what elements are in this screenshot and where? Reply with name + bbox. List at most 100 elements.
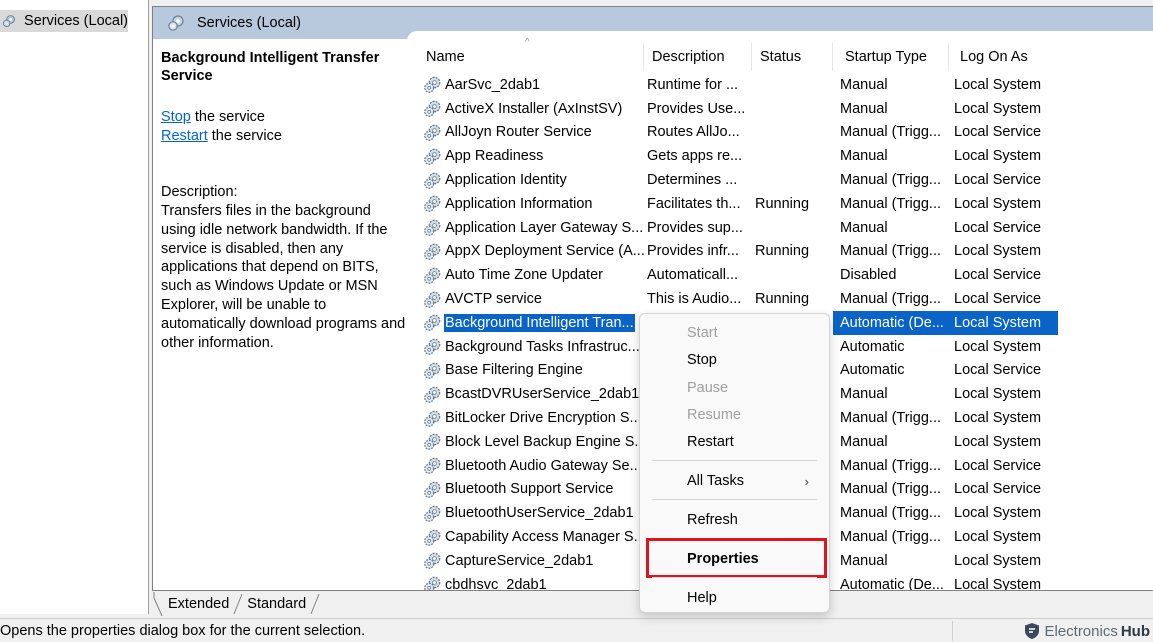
cell-status: Running (755, 291, 810, 308)
cell-startup-type: Manual (Trigg... (840, 410, 941, 427)
column-header-name[interactable]: ^ Name (407, 37, 644, 71)
service-gear-icon (424, 386, 441, 403)
menu-item-label: Refresh (687, 512, 738, 528)
cell-name: Base Filtering Engine (407, 359, 644, 383)
description-text: Transfers files in the background using … (161, 203, 406, 351)
service-name: AppX Deployment Service (A... (445, 243, 644, 260)
tree-pane: Services (Local) (0, 0, 149, 614)
cell-log-on-as: Local Service (954, 172, 1042, 189)
cell-log-on-as: Local Service (954, 124, 1042, 141)
column-header-label: Description (652, 49, 725, 65)
menu-item-help[interactable]: Help (640, 585, 829, 611)
service-name: Auto Time Zone Updater (445, 267, 603, 284)
cell-log-on-as: Local System (954, 148, 1042, 165)
table-row[interactable]: AppX Deployment Service (A... Provides in… (407, 240, 1153, 264)
cell-startup-type: Manual (Trigg... (840, 481, 941, 498)
table-row[interactable]: Application Information Facilitates th...… (407, 192, 1153, 216)
cell-startup-type: Manual (840, 433, 888, 450)
cell-startup-type: Manual (Trigg... (840, 505, 941, 522)
cell-name: Bluetooth Audio Gateway Se... (407, 454, 644, 478)
cell-startup-type: Manual (840, 148, 888, 165)
service-name: Block Level Backup Engine S... (445, 433, 644, 450)
cell-name: AVCTP service (407, 287, 644, 311)
table-row[interactable]: ActiveX Installer (AxInstSV) Provides Use… (407, 97, 1153, 121)
tab-extended[interactable]: Extended (164, 592, 233, 616)
table-row[interactable]: AVCTP service This is Audio... Running Manu… (407, 287, 1153, 311)
cell-startup-type: Manual (840, 552, 888, 569)
service-gear-icon (424, 267, 441, 284)
service-gear-icon (424, 552, 441, 570)
cell-log-on-as: Local System (954, 576, 1042, 591)
cell-log-on-as: Local System (954, 195, 1042, 212)
service-gear-icon (424, 505, 441, 522)
cell-description: Routes AllJo... (647, 124, 740, 141)
column-header-startup-type[interactable]: Startup Type (833, 43, 949, 71)
description-label: Description: (161, 184, 238, 200)
services-gear-icon (2, 15, 15, 28)
menu-item-pause[interactable]: Pause (640, 375, 829, 401)
service-name: ActiveX Installer (AxInstSV) (445, 100, 623, 117)
service-gear-icon (424, 362, 441, 379)
service-gear-icon (424, 481, 441, 498)
service-gear-icon (424, 457, 441, 474)
tree-item-label: Services (Local) (24, 13, 128, 29)
table-row[interactable]: App Readiness Gets apps re... Manual Local … (407, 144, 1153, 168)
cell-log-on-as: Local System (954, 410, 1042, 427)
tree-item-services-local[interactable]: Services (Local) (0, 10, 128, 32)
menu-item-all-tasks[interactable]: All Tasks › (640, 468, 829, 494)
cell-status (752, 97, 833, 121)
shield-logo-icon (1025, 623, 1040, 639)
menu-item-resume[interactable]: Resume (640, 402, 829, 428)
service-name: Background Intelligent Tran... (444, 313, 635, 332)
cell-name: BcastDVRUserService_2dab1 (407, 382, 644, 406)
menu-item-start[interactable]: Start (640, 320, 829, 346)
table-row[interactable]: AllJoyn Router Service Routes AllJo... Man… (407, 121, 1153, 145)
tab-standard[interactable]: Standard (243, 592, 310, 616)
service-name: CaptureService_2dab1 (445, 552, 594, 569)
cell-status (752, 73, 833, 97)
service-name: Background Tasks Infrastruc... (445, 338, 640, 355)
service-gear-icon (424, 291, 441, 308)
table-row[interactable]: Application Identity Determines ... Manual… (407, 168, 1153, 192)
menu-item-refresh[interactable]: Refresh (640, 507, 829, 533)
service-gear-icon (424, 529, 441, 546)
cell-name: BitLocker Drive Encryption S... (407, 406, 644, 430)
panel-header-title: Services (Local) (197, 15, 301, 31)
sort-ascending-icon: ^ (525, 37, 530, 48)
menu-item-label: Help (687, 590, 717, 606)
list-header: ^ Name Description Status Startup Type L… (407, 37, 1153, 71)
menu-item-stop[interactable]: Stop (640, 347, 829, 373)
menu-item-restart[interactable]: Restart (640, 429, 829, 455)
table-row[interactable]: Auto Time Zone Updater Automaticall... Dis… (407, 263, 1153, 287)
column-header-log-on-as[interactable]: Log On As (949, 43, 1058, 71)
table-row[interactable]: Application Layer Gateway S... Provides s… (407, 216, 1153, 240)
column-header-status[interactable]: Status (752, 43, 833, 71)
restart-service-link[interactable]: Restart (161, 128, 208, 144)
table-row[interactable]: AarSvc_2dab1 Runtime for ... Manual Local S… (407, 73, 1153, 97)
cell-startup-type: Manual (Trigg... (840, 172, 941, 189)
menu-item-label: All Tasks (687, 473, 744, 489)
stop-link-suffix: the service (190, 109, 265, 125)
service-gear-icon (424, 410, 441, 427)
cell-startup-type: Manual (Trigg... (840, 243, 941, 260)
cell-name: cbdhsvc_2dab1 (407, 573, 644, 590)
properties-highlight-box (646, 538, 827, 578)
service-gear-icon (424, 433, 441, 451)
service-name: Application Information (445, 195, 593, 212)
tab-separator-icon (233, 593, 243, 615)
cell-startup-type: Manual (Trigg... (840, 457, 941, 474)
cell-description: Facilitates th... (647, 195, 741, 212)
cell-startup-type: Automatic (840, 338, 905, 355)
column-header-description[interactable]: Description (644, 43, 752, 71)
service-name: Application Identity (445, 172, 567, 189)
cell-log-on-as: Local Service (954, 291, 1042, 308)
cell-startup-type: Manual (Trigg... (840, 291, 941, 308)
service-name: BcastDVRUserService_2dab1 (445, 386, 640, 403)
cell-log-on-as: Local System (954, 433, 1042, 450)
service-gear-icon (424, 100, 441, 118)
stop-service-link[interactable]: Stop (161, 109, 191, 125)
tab-label: Extended (168, 596, 230, 612)
cell-name: CaptureService_2dab1 (407, 549, 644, 573)
cell-name: AppX Deployment Service (A... (407, 240, 644, 264)
menu-separator (652, 499, 817, 500)
